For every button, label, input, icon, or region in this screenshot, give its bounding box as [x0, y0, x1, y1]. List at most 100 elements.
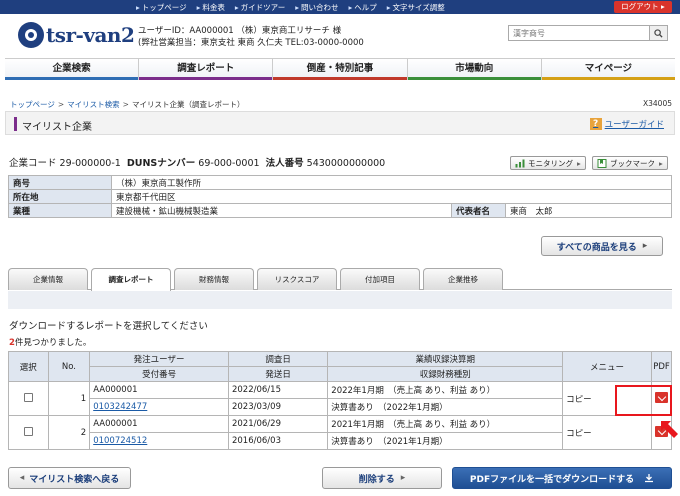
row-period: 2021年1月期 （売上高 あり、利益 あり）: [327, 415, 564, 433]
logo-text: tsr-van2: [46, 23, 135, 47]
receipt-number-link[interactable]: 0103242477: [93, 402, 147, 412]
breadcrumb: トップページ > マイリスト検索 > マイリスト企業（調査レポート）: [10, 99, 244, 110]
col-receipt: 受付番号: [89, 366, 229, 382]
bookmark-button[interactable]: ブックマーク ▸: [592, 156, 668, 170]
row-issuer: AA000001: [89, 415, 229, 433]
info-label: 業種: [8, 203, 112, 218]
col-menu: メニュー: [562, 351, 652, 382]
nav-color-bar: [407, 77, 541, 80]
result-count-suffix: 件見つかりました。: [14, 338, 92, 348]
monitoring-label: モニタリング: [528, 158, 573, 168]
col-period: 業績収録決算期: [327, 351, 564, 367]
info-label: 所在地: [8, 189, 112, 204]
bookmark-icon: [597, 158, 607, 168]
company-address: 東京都千代田区: [111, 189, 672, 204]
nav-market-trends[interactable]: 市場動向: [407, 59, 542, 80]
row-checkbox[interactable]: [23, 392, 33, 402]
utility-link-pricing[interactable]: 料金表: [197, 2, 225, 13]
utility-bar: トップページ 料金表 ガイドツアー 問い合わせ ヘルプ 文字サイズ調整 ログアウ…: [0, 0, 680, 14]
info-row-industry: 業種 建設機械・鉱山機械製造業 代表者名 東商 太郎: [8, 203, 672, 218]
select-cell: [8, 415, 49, 450]
user-guide-link[interactable]: ? ユーザーガイド: [589, 118, 664, 130]
title-accent: [14, 117, 17, 131]
select-cell: [8, 381, 49, 416]
tab-panel-strip: [8, 291, 672, 309]
back-to-mylist-button[interactable]: ◂ マイリスト検索へ戻る: [8, 467, 131, 489]
row-sent-date: 2016/06/03: [227, 432, 329, 450]
monitoring-icon: [515, 159, 525, 167]
row-period: 2022年1月期 （売上高 あり、利益 あり）: [327, 381, 564, 399]
main-nav: 企業検索 調査レポート 倒産・特別記事 市場動向 マイページ: [5, 58, 676, 80]
utility-link-top[interactable]: トップページ: [136, 2, 187, 13]
chevron-left-icon: ◂: [19, 473, 25, 483]
delete-button-label: 削除する: [358, 474, 395, 485]
chevron-right-icon: ▸: [577, 158, 581, 168]
col-sent-date: 発送日: [227, 366, 329, 382]
instruction-text: ダウンロードするレポートを選択してください: [9, 321, 208, 332]
nav-color-bar: [5, 77, 139, 80]
breadcrumb-separator: >: [57, 100, 65, 109]
company-codes: 企業コード 29-000000-1 DUNSナンバー 69-000-0001 法…: [9, 155, 385, 169]
nav-mypage[interactable]: マイページ: [541, 59, 676, 80]
duns-number: 69-000-0001: [198, 158, 260, 169]
tab-survey-report[interactable]: 調査レポート: [91, 268, 171, 291]
breadcrumb-mylist-search[interactable]: マイリスト検索: [67, 100, 120, 109]
utility-link-help[interactable]: ヘルプ: [348, 2, 377, 13]
download-all-label: PDFファイルを一括でダウンロードする: [469, 474, 635, 485]
receipt-number-link[interactable]: 0100724512: [93, 436, 147, 446]
chevron-right-icon: ▸: [659, 158, 663, 168]
row-checkbox[interactable]: [23, 426, 33, 436]
row-survey-date: 2021/06/29: [227, 415, 329, 433]
nav-label: 市場動向: [455, 63, 494, 74]
corp-number-label: 法人番号: [265, 158, 304, 169]
row-sent-date: 2023/03/09: [227, 398, 329, 416]
monitoring-button[interactable]: モニタリング ▸: [510, 156, 586, 170]
company-code-label: 企業コード: [9, 158, 57, 169]
nav-company-search[interactable]: 企業検索: [5, 59, 140, 80]
row-issuer: AA000001: [89, 381, 229, 399]
tab-additional-items[interactable]: 付加項目: [340, 268, 420, 290]
utility-link-guide-tour[interactable]: ガイドツアー: [235, 2, 286, 13]
table-header-row: 選択 No. 発注ユーザー 調査日 業績収録決算期 メニュー PDF: [8, 351, 672, 382]
tab-company-info[interactable]: 企業情報: [8, 268, 88, 290]
nav-bankruptcy[interactable]: 倒産・特別記事: [273, 59, 408, 80]
nav-label: マイページ: [584, 63, 633, 74]
company-industry: 建設機械・鉱山機械製造業: [111, 203, 452, 218]
col-issuer: 発注ユーザー: [89, 351, 229, 367]
search-icon: [654, 28, 663, 38]
download-all-pdf-button[interactable]: PDFファイルを一括でダウンロードする: [452, 467, 672, 489]
pointer-arrow-icon: [661, 421, 678, 438]
report-table: 選択 No. 発注ユーザー 調査日 業績収録決算期 メニュー PDF 受付番号 …: [8, 351, 672, 450]
col-select: 選択: [8, 351, 49, 382]
tab-financial-info[interactable]: 財務情報: [174, 268, 254, 290]
row-fin-type: 決算書あり （2021年1月期）: [327, 432, 564, 450]
col-survey-date: 調査日: [227, 351, 329, 367]
page-title-bar: マイリスト企業 ? ユーザーガイド: [5, 111, 675, 135]
info-label: 代表者名: [451, 203, 506, 218]
search-button[interactable]: [649, 26, 667, 40]
delete-button[interactable]: 削除する ▸: [322, 467, 442, 489]
nav-survey-report[interactable]: 調査レポート: [139, 59, 274, 80]
tab-bar: 企業情報 調査レポート 財務情報 リスクスコア 付加項目 企業推移: [8, 268, 672, 291]
row-survey-date: 2022/06/15: [227, 381, 329, 399]
row-number: 1: [47, 381, 91, 416]
table-row: 1 AA000001 2022/06/15 2022年1月期 （売上高 あり、利…: [8, 381, 672, 416]
logo[interactable]: tsr-van2: [18, 22, 135, 48]
info-row-address: 所在地 東京都千代田区: [8, 189, 672, 204]
result-count: 2件見つかりました。: [9, 336, 91, 348]
company-name: （株）東京商工製作所: [111, 175, 672, 190]
tab-company-history[interactable]: 企業推移: [423, 268, 503, 290]
tab-risk-score[interactable]: リスクスコア: [257, 268, 337, 290]
search-input[interactable]: [509, 26, 649, 40]
info-label: 商号: [8, 175, 112, 190]
highlight-box: [615, 385, 672, 416]
user-info-line2: (弊社営業担当：東京支社 東商 久仁夫 TEL:03-0000-0000: [138, 38, 364, 48]
breadcrumb-separator: >: [122, 100, 129, 109]
logout-button[interactable]: ログアウト: [614, 1, 672, 13]
utility-link-font-size[interactable]: 文字サイズ調整: [387, 2, 445, 13]
corp-number: 5430000000000: [306, 158, 386, 169]
utility-link-contact[interactable]: 問い合わせ: [295, 2, 339, 13]
breadcrumb-top[interactable]: トップページ: [10, 100, 55, 109]
bookmark-label: ブックマーク: [610, 158, 655, 168]
all-products-button[interactable]: すべての商品を見る: [541, 236, 663, 256]
